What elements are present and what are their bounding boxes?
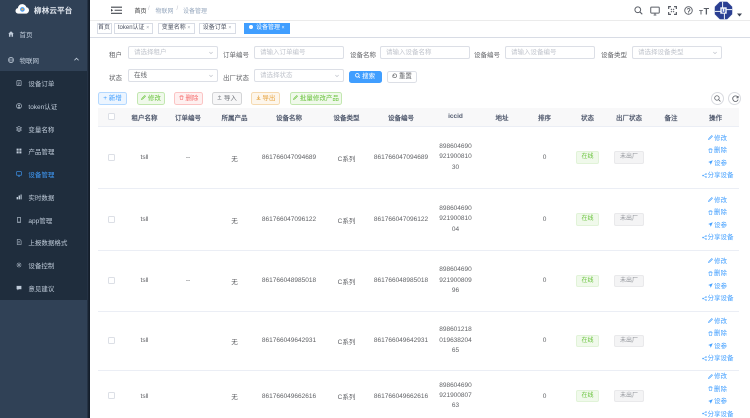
svg-text:T: T — [703, 6, 709, 16]
svg-text:T: T — [699, 9, 703, 16]
